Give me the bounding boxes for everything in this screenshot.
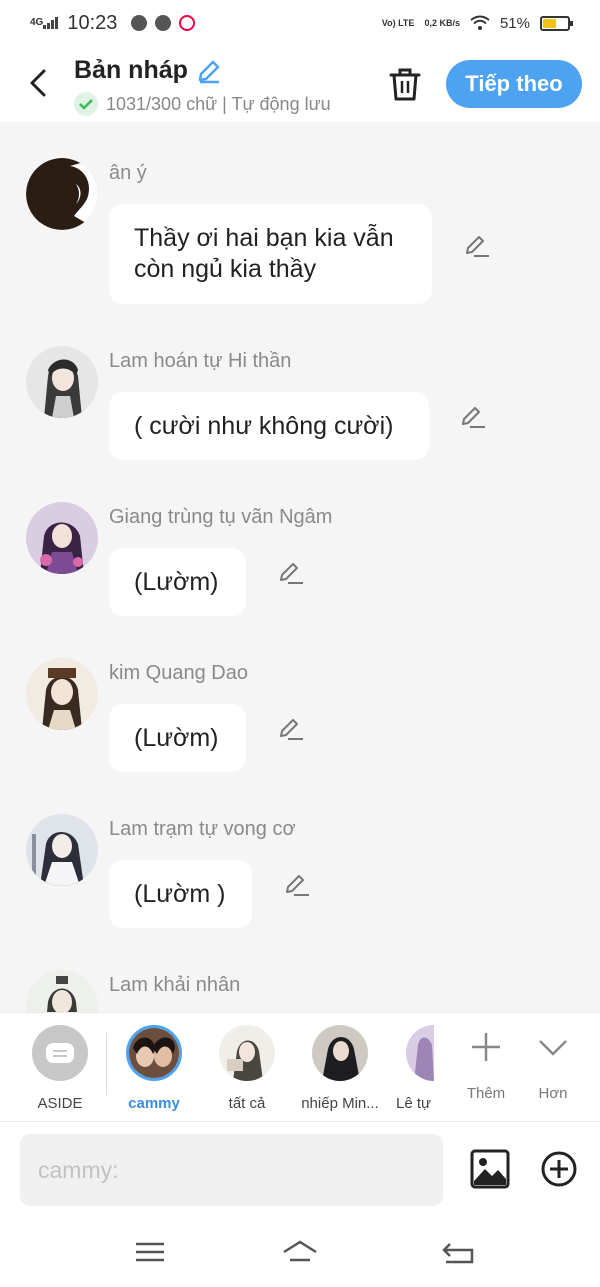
add-character-button[interactable]: Thêm [456,1031,516,1102]
message-bubble[interactable]: ( cười như không cười) [109,392,429,460]
divider [106,1033,107,1095]
signal-icon [43,17,59,29]
chevron-down-icon [539,1040,567,1056]
save-status: 1031/300 chữ | Tự động lưu [74,92,331,116]
sender-name: Lam khải nhân [109,974,241,996]
sender-name: Lam hoán tự Hi thần [109,350,292,372]
clock: 10:23 [67,11,118,34]
message-bubble[interactable]: Thầy ơi hai bạn kia vẫn còn ngủ kia thầy [109,204,432,304]
sender-name: Giang trùng tụ vãn Ngâm [109,506,333,528]
character-le[interactable]: Lê tự [372,1025,442,1112]
battery-icon [540,15,573,31]
network-speed: 0,2 KB/s [424,17,460,28]
avatar [219,1025,275,1081]
word-count-text: 1031/300 chữ | Tự động lưu [106,93,331,114]
system-nav-bar [0,1218,600,1287]
avatar [126,1025,182,1081]
message-list[interactable]: ân ý Thầy ơi hai bạn kia vẫn còn ngủ kia… [0,122,600,1012]
avatar[interactable] [26,502,98,574]
collapse-label: Hơn [538,1085,568,1102]
check-icon [74,92,98,116]
edit-icon[interactable] [278,716,304,742]
home-icon[interactable] [282,1238,318,1266]
add-circle-icon[interactable] [540,1150,578,1188]
title-text: Bản nháp [74,56,188,84]
more-label: Thêm [466,1085,506,1102]
image-icon[interactable] [470,1149,510,1189]
sender-name: Lam trạm tự vong cơ [109,818,296,840]
tiktok-icon [179,15,196,31]
edit-icon[interactable] [460,404,486,430]
volte-indicator: Vo) LTE [381,17,415,28]
avatar[interactable] [26,158,98,230]
edit-icon[interactable] [278,560,304,586]
notification-icons [131,15,196,31]
character-selector: ASIDE cammy tất cả nhiếp Min... Lê tự Th… [0,1012,600,1122]
message-bubble[interactable]: (Lườm ) [109,860,252,928]
message-bubble[interactable]: (Lườm) [109,704,246,772]
menu-icon[interactable] [132,1238,168,1266]
avatar[interactable] [26,814,98,886]
trash-icon[interactable] [388,66,422,102]
battery-percent: 51% [499,14,530,32]
back-icon[interactable] [24,66,54,100]
browser-icon [131,15,148,31]
avatar[interactable] [26,346,98,418]
page-title: Bản nháp [74,56,222,85]
edit-title-icon[interactable] [196,58,222,84]
status-bar: 4G 10:23 Vo) LTE 0,2 KB/s 51% [0,0,600,46]
collapse-button[interactable]: Hơn [523,1031,583,1102]
character-label: cammy [128,1095,180,1112]
avatar[interactable] [26,658,98,730]
character-aside[interactable]: ASIDE [15,1025,105,1112]
character-label: ASIDE [37,1095,83,1112]
edit-icon[interactable] [284,872,310,898]
back-nav-icon[interactable] [440,1238,476,1266]
aside-icon [32,1025,88,1081]
message-input[interactable] [20,1134,443,1206]
next-button[interactable]: Tiếp theo [446,60,582,108]
avatar [312,1025,368,1081]
messenger-icon [155,15,172,31]
top-bar: Bản nháp 1031/300 chữ | Tự động lưu Tiếp… [0,46,600,122]
plus-icon [472,1033,500,1061]
sender-name: ân ý [109,162,147,184]
avatar [406,1025,434,1081]
sender-name: kim Quang Dao [109,662,248,684]
wifi-icon [470,15,490,30]
character-cammy[interactable]: cammy [109,1025,199,1112]
avatar[interactable] [26,970,98,1012]
character-label: Lê tự [396,1095,432,1112]
character-all[interactable]: tất cả [202,1025,292,1112]
character-label: tất cả [228,1095,266,1112]
network-indicator: 4G [30,17,44,28]
message-bubble[interactable]: (Lườm) [109,548,246,616]
composer [0,1122,600,1218]
edit-icon[interactable] [464,233,490,259]
